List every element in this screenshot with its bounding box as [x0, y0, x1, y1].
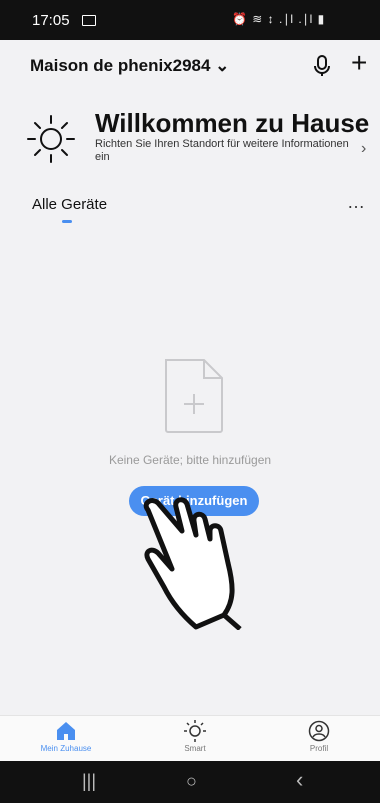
nav-smart[interactable]: Smart — [160, 720, 230, 753]
nav-profile-label: Profil — [309, 744, 329, 753]
pointing-hand-icon — [138, 495, 273, 631]
home-button[interactable]: ○ — [186, 771, 197, 792]
chevron-right-icon[interactable]: › — [361, 140, 366, 158]
sun-icon — [184, 720, 206, 742]
nav-profile[interactable]: Profil — [284, 720, 354, 753]
nav-home-label: Mein Zuhause — [40, 744, 92, 753]
microphone-icon[interactable] — [311, 54, 333, 78]
home-selector[interactable]: Maison de phenix2984 ⌄ — [30, 56, 229, 76]
empty-message: Keine Geräte; bitte hinzufügen — [108, 453, 272, 467]
back-button[interactable]: ‹ — [296, 767, 303, 793]
status-time: 17:05 — [32, 12, 70, 29]
profile-icon — [308, 720, 330, 742]
home-icon — [55, 720, 77, 742]
image-notification-icon — [82, 15, 96, 26]
header: Maison de phenix2984 ⌄ + — [0, 40, 380, 98]
welcome-subtitle: Richten Sie Ihren Standort für weitere I… — [95, 138, 349, 163]
welcome-title: Willkommen zu Hause — [95, 108, 370, 138]
nav-home[interactable]: Mein Zuhause — [31, 720, 101, 753]
add-icon[interactable]: + — [351, 49, 377, 78]
tab-all-devices[interactable]: Alle Geräte — [32, 196, 107, 213]
bottom-navigation: Mein Zuhause Smart Profil — [0, 715, 380, 762]
status-bar: 17:05 ⏰ ≋ ↕ .∣l .∣l ▮ — [0, 0, 380, 40]
nav-smart-label: Smart — [184, 744, 206, 753]
system-navigation-bar: ||| ○ ‹ — [0, 761, 380, 803]
tab-indicator — [62, 220, 72, 223]
sun-icon — [25, 113, 77, 165]
recent-apps-button[interactable]: ||| — [82, 771, 96, 792]
more-options-icon[interactable]: … — [347, 192, 366, 213]
status-icons: ⏰ ≋ ↕ .∣l .∣l ▮ — [232, 12, 326, 26]
add-document-icon — [162, 358, 226, 434]
